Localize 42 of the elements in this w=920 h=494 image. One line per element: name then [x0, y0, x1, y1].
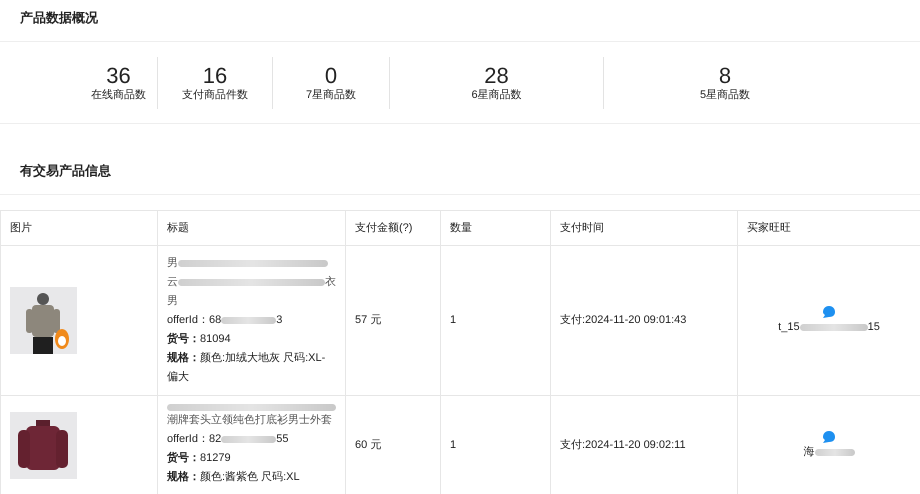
stat-value: 36 — [106, 64, 131, 88]
quantity-text: 1 — [450, 439, 456, 452]
offer-id: 55 — [276, 432, 288, 447]
quantity-text: 1 — [450, 314, 456, 326]
stat-label: 5星商品数 — [700, 88, 750, 102]
column-header: 图片 — [10, 222, 32, 234]
stat-value: 28 — [484, 64, 509, 88]
section-title: 产品数据概况 — [20, 10, 98, 25]
spec-text: 规格：颜色:加绒大地灰 尺码:XL-偏大 — [167, 350, 326, 385]
amount-text: 60 元 — [355, 439, 382, 452]
column-header: 支付金额(?) — [355, 222, 412, 234]
offer-id: offerId：82 — [167, 432, 222, 447]
column-header: 数量 — [450, 222, 472, 234]
item-number: 货号：81094 — [167, 332, 232, 347]
stat-label: 在线商品数 — [91, 88, 146, 102]
column-header: 支付时间 — [560, 222, 604, 234]
offer-id: 3 — [276, 313, 282, 328]
buyer-name: 海 — [804, 445, 814, 460]
stat-label: 支付商品件数 — [182, 88, 248, 102]
chat-icon[interactable] — [821, 430, 837, 444]
buyer-name: t_15 — [778, 320, 800, 336]
product-title: 衣 — [325, 274, 336, 290]
stat-value: 8 — [718, 64, 732, 88]
stat-label: 7星商品数 — [306, 88, 356, 102]
product-title: 潮牌套头立领纯色打底衫男士外套 — [167, 412, 332, 428]
amount-text: 57 元 — [355, 314, 382, 326]
item-number: 货号：81279 — [167, 450, 232, 466]
chat-icon[interactable] — [821, 305, 837, 320]
product-title: 云 — [167, 275, 178, 290]
product-title: 男 — [167, 294, 178, 309]
column-header: 买家旺旺 — [747, 222, 791, 234]
stat-label: 6星商品数 — [471, 88, 522, 102]
offer-id: offerId：68 — [167, 313, 222, 328]
stat-value: 16 — [202, 64, 228, 88]
spec-text: 规格：颜色:酱紫色 尺码:XL — [167, 470, 301, 485]
product-title: 男 — [167, 256, 178, 271]
paid-time: 支付:2024-11-20 09:02:11 — [560, 439, 686, 452]
stat-value: 0 — [324, 64, 338, 88]
buyer-name: 15 — [868, 320, 880, 336]
column-header: 标题 — [167, 222, 189, 234]
section-title: 有交易产品信息 — [20, 163, 111, 178]
paid-time: 支付:2024-11-20 09:01:43 — [560, 314, 686, 326]
